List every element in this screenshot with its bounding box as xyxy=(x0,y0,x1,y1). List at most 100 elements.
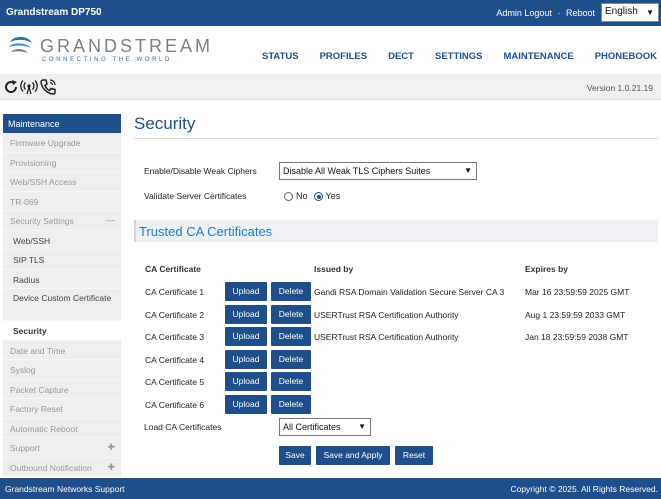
delete-button[interactable]: Delete xyxy=(271,349,311,369)
sidebar-item-date-and-time[interactable]: Date and Time xyxy=(3,340,121,360)
validate-yes-radio[interactable] xyxy=(313,191,323,201)
delete-button[interactable]: Delete xyxy=(271,394,311,414)
delete-button[interactable]: Delete xyxy=(271,372,311,391)
signal-icon[interactable] xyxy=(20,78,38,96)
nav-status[interactable]: STATUS xyxy=(262,51,299,62)
certificate-issuer: Gandi RSA Domain Validation Secure Serve… xyxy=(314,287,505,297)
nav-profiles[interactable]: PROFILES xyxy=(320,51,368,62)
certificate-row: CA Certificate 6 Upload Delete xyxy=(134,394,658,415)
sidebar-item-support[interactable]: Support ✚ xyxy=(3,438,121,458)
title-divider xyxy=(134,138,658,139)
validate-certs-label: Validate Server Certificates xyxy=(144,191,247,201)
certificate-name: CA Certificate 6 xyxy=(145,399,205,410)
refresh-icon[interactable] xyxy=(2,78,20,96)
certificate-expiry: Aug 1 23:59:59 2033 GMT xyxy=(525,309,626,320)
firmware-version: Version 1.0.21.19 xyxy=(586,83,653,93)
sidebar-item-provisioning[interactable]: Provisioning xyxy=(3,152,121,172)
chevron-down-icon: ▼ xyxy=(464,166,472,175)
sidebar-item-sip-tls[interactable]: SIP TLS xyxy=(3,250,121,270)
section-title: Trusted CA Certificates xyxy=(139,224,273,239)
delete-button[interactable]: Delete xyxy=(271,282,311,301)
nav-settings[interactable]: SETTINGS xyxy=(435,51,483,62)
sidebar-item-automatic-reboot[interactable]: Automatic Reboot xyxy=(3,418,121,438)
sidebar-item-tr069[interactable]: TR-069 xyxy=(3,191,121,211)
certificate-issuer: USERTrust RSA Certification Authority xyxy=(314,332,459,342)
validate-no-label[interactable]: No xyxy=(296,191,308,201)
certificate-row: CA Certificate 4 Upload Delete xyxy=(134,349,658,370)
sidebar-item-syslog[interactable]: Syslog xyxy=(3,360,121,380)
logo-name: GRANDSTREAM xyxy=(40,36,214,56)
phone-icon[interactable] xyxy=(39,78,57,96)
language-select[interactable]: English ▼ xyxy=(601,3,659,22)
validate-certs-radios: No Yes xyxy=(284,191,346,201)
sidebar-item-web-ssh-access[interactable]: Web/SSH Access xyxy=(3,172,121,192)
top-links: Admin Logout · Reboot xyxy=(496,8,595,18)
load-ca-select[interactable]: All Certificates ▼ xyxy=(279,418,371,436)
upload-button[interactable]: Upload xyxy=(225,349,267,369)
sidebar-item-packet-capture[interactable]: Packet Capture xyxy=(3,379,121,399)
weak-ciphers-label: Enable/Disable Weak Ciphers xyxy=(144,166,257,176)
header: GRANDSTREAM CONNECTING THE WORLD STATUS … xyxy=(0,26,661,74)
certificate-row: CA Certificate 2 Upload Delete USERTrust RS… xyxy=(134,304,658,325)
sidebar-item-security-settings[interactable]: Security Settings — xyxy=(3,211,121,231)
upload-button[interactable]: Upload xyxy=(225,394,267,414)
sidebar-item-label: Automatic Reboot xyxy=(10,423,78,434)
sidebar-item-label: Date and Time xyxy=(10,345,66,356)
validate-no-radio[interactable] xyxy=(284,191,293,201)
top-bar: Grandstream DP750 Admin Logout · Reboot … xyxy=(0,0,661,26)
upload-button[interactable]: Upload xyxy=(225,372,267,391)
certificate-row: CA Certificate 5 Upload Delete xyxy=(134,372,658,392)
nav-dect[interactable]: DECT xyxy=(388,51,414,62)
sidebar-item-label: Outbound Notification xyxy=(10,462,92,473)
reset-button[interactable]: Reset xyxy=(395,446,433,465)
certificate-name: CA Certificate 3 xyxy=(145,332,205,342)
weak-ciphers-value: Disable All Weak TLS Ciphers Suites xyxy=(283,166,431,176)
sidebar-item-radius[interactable]: Radius xyxy=(3,269,121,289)
sidebar-item-factory-reset[interactable]: Factory Reset xyxy=(3,399,121,419)
nav-phonebook[interactable]: PHONEBOOK xyxy=(595,51,657,62)
admin-logout-link[interactable]: Admin Logout xyxy=(496,8,552,18)
certificate-name: CA Certificate 1 xyxy=(145,287,205,297)
certificate-name: CA Certificate 4 xyxy=(145,354,205,365)
main-nav: STATUS PROFILES DECT SETTINGS MAINTENANC… xyxy=(241,51,657,62)
sidebar-item-label: TR-069 xyxy=(10,196,39,207)
column-header-issued-by: Issued by xyxy=(314,264,354,274)
upload-button[interactable]: Upload xyxy=(225,304,267,324)
delete-button[interactable]: Delete xyxy=(271,327,311,346)
grandstream-logo-icon xyxy=(9,36,32,53)
save-and-apply-button[interactable]: Save and Apply xyxy=(316,446,390,465)
delete-button[interactable]: Delete xyxy=(271,304,311,324)
link-separator: · xyxy=(557,8,561,18)
save-button[interactable]: Save xyxy=(279,446,311,465)
upload-button[interactable]: Upload xyxy=(225,327,267,346)
collapse-icon[interactable]: — xyxy=(106,215,115,225)
certificate-row: CA Certificate 1 Upload Delete Gandi RSA Do… xyxy=(134,282,658,302)
expand-icon[interactable]: ✚ xyxy=(107,462,115,473)
sidebar-item-label: Radius xyxy=(13,274,40,285)
nav-maintenance[interactable]: MAINTENANCE xyxy=(504,51,574,62)
sidebar-item-device-custom-certificate[interactable]: Device Custom Certificate xyxy=(3,289,121,321)
reboot-link[interactable]: Reboot xyxy=(566,8,595,18)
upload-button[interactable]: Upload xyxy=(225,282,267,301)
sidebar-item-outbound-notification[interactable]: Outbound Notification ✚ xyxy=(3,457,121,477)
certificate-name: CA Certificate 5 xyxy=(145,377,205,387)
support-link[interactable]: Grandstream Networks Support xyxy=(5,484,125,494)
sidebar-item-firmware-upgrade[interactable]: Firmware Upgrade xyxy=(3,133,121,153)
section-header: Trusted CA Certificates xyxy=(134,220,658,242)
page-title: Security xyxy=(134,114,196,133)
chevron-down-icon: ▼ xyxy=(646,8,654,17)
sidebar-item-label: Security Settings xyxy=(10,216,74,226)
sidebar-item-security[interactable]: Security xyxy=(3,321,121,341)
weak-ciphers-select[interactable]: Disable All Weak TLS Ciphers Suites ▼ xyxy=(279,162,477,180)
certificate-expiry: Jan 18 23:59:59 2038 GMT xyxy=(525,332,629,342)
expand-icon[interactable]: ✚ xyxy=(107,442,115,453)
sidebar-item-web-ssh[interactable]: Web/SSH xyxy=(3,230,121,250)
validate-yes-label[interactable]: Yes xyxy=(326,191,341,201)
sidebar-item-label: Syslog xyxy=(10,365,36,375)
sidebar-item-label: Support xyxy=(10,443,40,453)
device-model: Grandstream DP750 xyxy=(6,7,102,18)
copyright: Copyright © 2025. All Rights Reserved. xyxy=(510,484,658,494)
sidebar-item-label: Security xyxy=(13,326,47,336)
sidebar-heading[interactable]: Maintenance xyxy=(3,114,121,133)
sidebar-item-label: Web/SSH xyxy=(13,235,51,246)
